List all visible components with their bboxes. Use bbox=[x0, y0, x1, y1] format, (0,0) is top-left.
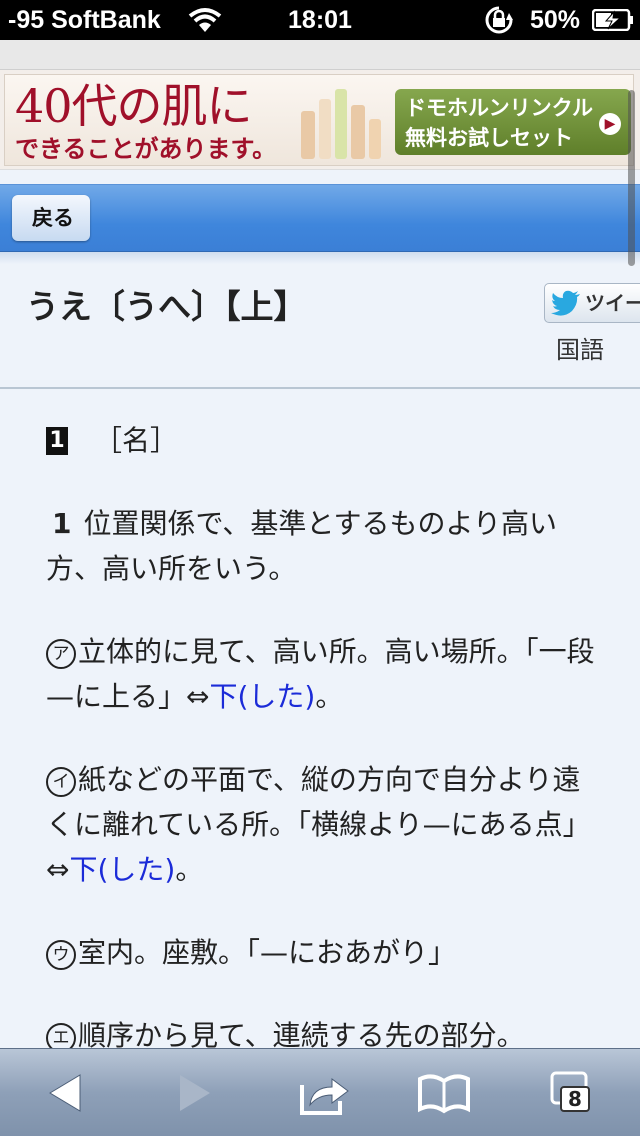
battery-charging-icon bbox=[591, 8, 634, 32]
definition-content: 1 ［名］ 1 位置関係で、基準とするものより高い方、高い所をいう。 ア立体的に見… bbox=[46, 418, 606, 1058]
ad-cta-line1: ドモホルンリンクル bbox=[405, 96, 593, 120]
orientation-lock-icon bbox=[482, 5, 516, 35]
definition-text: 位置関係で、基準とするものより高い方、高い所をいう。 bbox=[46, 507, 557, 585]
sub-item-b: イ紙などの平面で、縦の方向で自分より遠くに離れている所。「横線より—にある点」⇔… bbox=[46, 757, 606, 892]
tab-count-badge[interactable]: 8 bbox=[560, 1086, 590, 1112]
bookmarks-icon[interactable] bbox=[414, 1067, 474, 1119]
sub-item-tail: 。 bbox=[315, 680, 344, 713]
header-divider bbox=[0, 387, 640, 389]
forward-arrow-icon[interactable] bbox=[164, 1067, 224, 1119]
sense-number-badge: 1 bbox=[46, 426, 68, 455]
play-arrow-icon: ▶ bbox=[599, 113, 621, 135]
browser-toolbar bbox=[0, 1048, 640, 1136]
ad-banner[interactable]: 40代の肌に できることがあります。 ドモホルンリンクル 無料お試しセット ▶ bbox=[0, 70, 640, 170]
ad-inner: 40代の肌に できることがあります。 ドモホルンリンクル 無料お試しセット ▶ bbox=[4, 74, 634, 166]
circled-mark: イ bbox=[46, 767, 76, 797]
ad-cta-button[interactable]: ドモホルンリンクル 無料お試しセット ▶ bbox=[395, 89, 631, 155]
circled-mark: ウ bbox=[46, 940, 76, 970]
nav-bar: 戻る bbox=[0, 184, 640, 252]
tweet-button[interactable]: ツイート bbox=[544, 283, 640, 323]
share-icon[interactable] bbox=[294, 1067, 354, 1119]
page-scrollbar[interactable] bbox=[628, 90, 635, 266]
page-top-strip bbox=[0, 40, 640, 70]
status-bar: -95 SoftBank 18:01 50% bbox=[0, 0, 640, 40]
definition-1: 1 位置関係で、基準とするものより高い方、高い所をいう。 bbox=[46, 501, 606, 591]
definition-number: 1 bbox=[52, 507, 72, 540]
ad-cta-line2: 無料お試しセット bbox=[405, 126, 573, 150]
back-arrow-icon[interactable] bbox=[36, 1067, 96, 1119]
antonym-link[interactable]: 下(した) bbox=[69, 853, 175, 886]
category-label: 国語 bbox=[556, 336, 604, 364]
product-bottles-image bbox=[301, 89, 381, 159]
antonym-link[interactable]: 下(した) bbox=[209, 680, 315, 713]
back-button-label: 戻る bbox=[32, 206, 74, 230]
tweet-label: ツイート bbox=[585, 291, 640, 315]
part-of-speech-label: ［名］ bbox=[94, 424, 179, 457]
back-button[interactable]: 戻る bbox=[12, 195, 90, 241]
battery-percent: 50% bbox=[530, 6, 581, 34]
circled-mark: ア bbox=[46, 639, 76, 669]
part-of-speech: 1 ［名］ bbox=[46, 418, 606, 463]
sub-item-a: ア立体的に見て、高い所。高い場所。「一段—に上る」⇔下(した)。 bbox=[46, 629, 606, 719]
sub-item-tail: 。 bbox=[175, 853, 204, 886]
nav-shadow bbox=[0, 252, 640, 264]
sub-item-text: 室内。座敷。「—におあがり」 bbox=[78, 936, 457, 969]
sub-item-c: ウ室内。座敷。「—におあがり」 bbox=[46, 930, 606, 975]
entry-title: うえ〔うへ〕【上】 bbox=[26, 287, 307, 326]
ad-subtitle: できることがあります。 bbox=[15, 134, 277, 163]
twitter-bird-icon bbox=[551, 290, 580, 316]
ad-title: 40代の肌に bbox=[15, 79, 253, 133]
